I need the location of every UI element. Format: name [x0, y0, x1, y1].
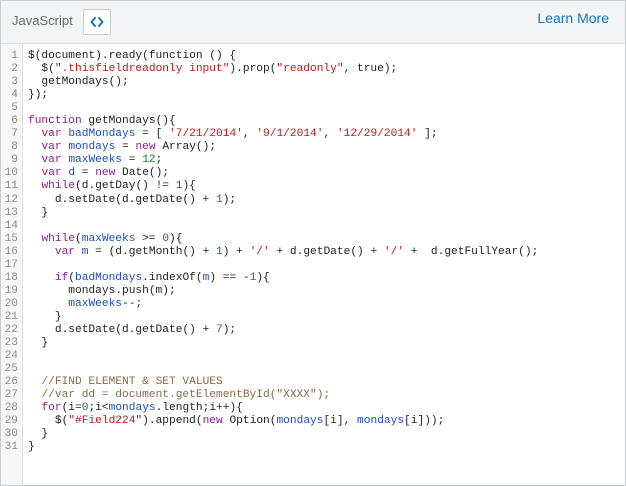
code-line: 28 for(i=0;i<mondays.length;i++){: [1, 402, 625, 415]
code-text: getMondays();: [28, 76, 129, 89]
code-line: 7 var badMondays = [ '7/21/2014', '9/1/2…: [1, 128, 625, 141]
line-number: 27: [4, 389, 18, 402]
code-line: 29 $("#Field224").append(new Option(mond…: [1, 415, 625, 428]
code-editor[interactable]: 1 $(document).ready(function () {2 $(".th…: [1, 44, 625, 485]
line-number: 13: [4, 206, 18, 219]
code-text: //var dd = document.getElementById("XXXX…: [41, 389, 331, 402]
code-text: }: [28, 337, 49, 350]
code-text: while(d.getDay() != 1){: [41, 180, 196, 193]
line-number: 21: [4, 310, 18, 323]
code-text: }: [28, 310, 62, 323]
code-text: });: [28, 89, 49, 102]
code-line: 16 var m = (d.getMonth() + 1) + '/' + d.…: [1, 246, 625, 259]
learn-more-link[interactable]: Learn More: [537, 10, 609, 26]
code-text: $(document).ready(function () {: [28, 50, 237, 62]
code-line: 8 var mondays = new Array();: [1, 141, 625, 154]
code-line: 15 while(maxWeeks >= 0){: [1, 233, 625, 246]
code-text: }: [28, 428, 49, 441]
code-line: 23 }: [1, 337, 625, 350]
code-line: 18 if(badMondays.indexOf(m) == -1){: [1, 272, 625, 285]
code-line: 22 d.setDate(d.getDate() + 7);: [1, 324, 625, 337]
line-number: 12: [4, 193, 18, 206]
code-text: maxWeeks--;: [68, 297, 143, 310]
line-number: 14: [4, 219, 18, 232]
code-text: $("#Field224").append(new Option(mondays…: [28, 415, 445, 428]
language-label: JavaScript: [12, 13, 73, 28]
line-number: 1: [11, 50, 18, 62]
line-number: 9: [11, 154, 18, 167]
code-line: 31}: [1, 441, 625, 454]
code-brackets-icon: [90, 17, 104, 27]
code-line: 26 //FIND ELEMENT & SET VALUES: [1, 376, 625, 389]
line-number: 7: [11, 128, 18, 141]
code-line: 25: [1, 363, 625, 376]
line-number: 31: [4, 441, 18, 454]
line-number: 23: [4, 337, 18, 350]
code-text: //FIND ELEMENT & SET VALUES: [41, 376, 223, 389]
code-line: 17: [1, 259, 625, 272]
code-line: 5: [1, 102, 625, 115]
code-text: var maxWeeks = 12;: [41, 154, 163, 167]
line-number: 3: [11, 76, 18, 89]
line-number: 6: [11, 115, 18, 128]
line-number: 26: [4, 376, 18, 389]
line-number: 18: [4, 271, 18, 284]
snippet-toolbar: JavaScript Learn More: [1, 1, 625, 44]
code-line: 10 var d = new Date();: [1, 167, 625, 180]
code-line: 11 while(d.getDay() != 1){: [1, 180, 625, 193]
line-number: 10: [4, 167, 18, 180]
line-number: 11: [4, 180, 18, 193]
line-number: 29: [4, 415, 18, 428]
code-line: 4});: [1, 89, 625, 102]
code-line: 12 d.setDate(d.getDate() + 1);: [1, 194, 625, 207]
code-text: var mondays = new Array();: [41, 141, 217, 154]
code-text: $(".thisfieldreadonly input").prop("read…: [28, 63, 398, 76]
code-lines: 1 $(document).ready(function () {2 $(".th…: [1, 50, 625, 454]
code-line: 6 function getMondays(){: [1, 115, 625, 128]
line-number: 2: [11, 63, 18, 76]
line-number: 15: [4, 232, 18, 245]
code-text: var m = (d.getMonth() + 1) + '/' + d.get…: [54, 245, 539, 258]
line-number: 22: [4, 323, 18, 336]
line-number: 16: [4, 245, 18, 258]
code-text: d.setDate(d.getDate() + 1);: [28, 193, 237, 206]
code-line: 1 $(document).ready(function () {: [1, 50, 625, 63]
code-text: d.setDate(d.getDate() + 7);: [28, 323, 237, 336]
code-line: 20 maxWeeks--;: [1, 298, 625, 311]
code-text: mondays.push(m);: [28, 284, 176, 297]
code-line: 30 }: [1, 428, 625, 441]
code-line: 27 //var dd = document.getElementById("X…: [1, 389, 625, 402]
line-number: 5: [11, 102, 18, 115]
code-line: 19 mondays.push(m);: [1, 285, 625, 298]
view-source-toggle-button[interactable]: [83, 9, 111, 35]
line-number: 28: [4, 402, 18, 415]
line-number: 30: [4, 428, 18, 441]
code-snippet-panel: JavaScript Learn More 1 $(document).ready…: [0, 0, 626, 486]
line-number: 8: [11, 141, 18, 154]
code-line: 21 }: [1, 311, 625, 324]
code-text: var badMondays = [ '7/21/2014', '9/1/201…: [41, 128, 438, 141]
code-line: 9 var maxWeeks = 12;: [1, 154, 625, 167]
code-line: 13 }: [1, 207, 625, 220]
code-text: while(maxWeeks >= 0){: [41, 232, 183, 245]
code-text: if(badMondays.indexOf(m) == -1){: [54, 271, 270, 284]
code-text: function getMondays(){: [28, 115, 176, 128]
code-line: 2 $(".thisfieldreadonly input").prop("re…: [1, 63, 625, 76]
line-number: 17: [4, 258, 18, 271]
code-text: for(i=0;i<mondays.length;i++){: [41, 402, 243, 415]
line-number: 4: [11, 89, 18, 102]
line-number: 25: [4, 363, 18, 376]
line-number: 19: [4, 284, 18, 297]
code-line: 24: [1, 350, 625, 363]
code-text: }: [28, 206, 49, 219]
line-number: 24: [4, 350, 18, 363]
code-text: var d = new Date();: [41, 167, 170, 180]
code-text: }: [28, 441, 35, 454]
code-line: 3 getMondays();: [1, 76, 625, 89]
line-number: 20: [4, 297, 18, 310]
code-line: 14: [1, 220, 625, 233]
